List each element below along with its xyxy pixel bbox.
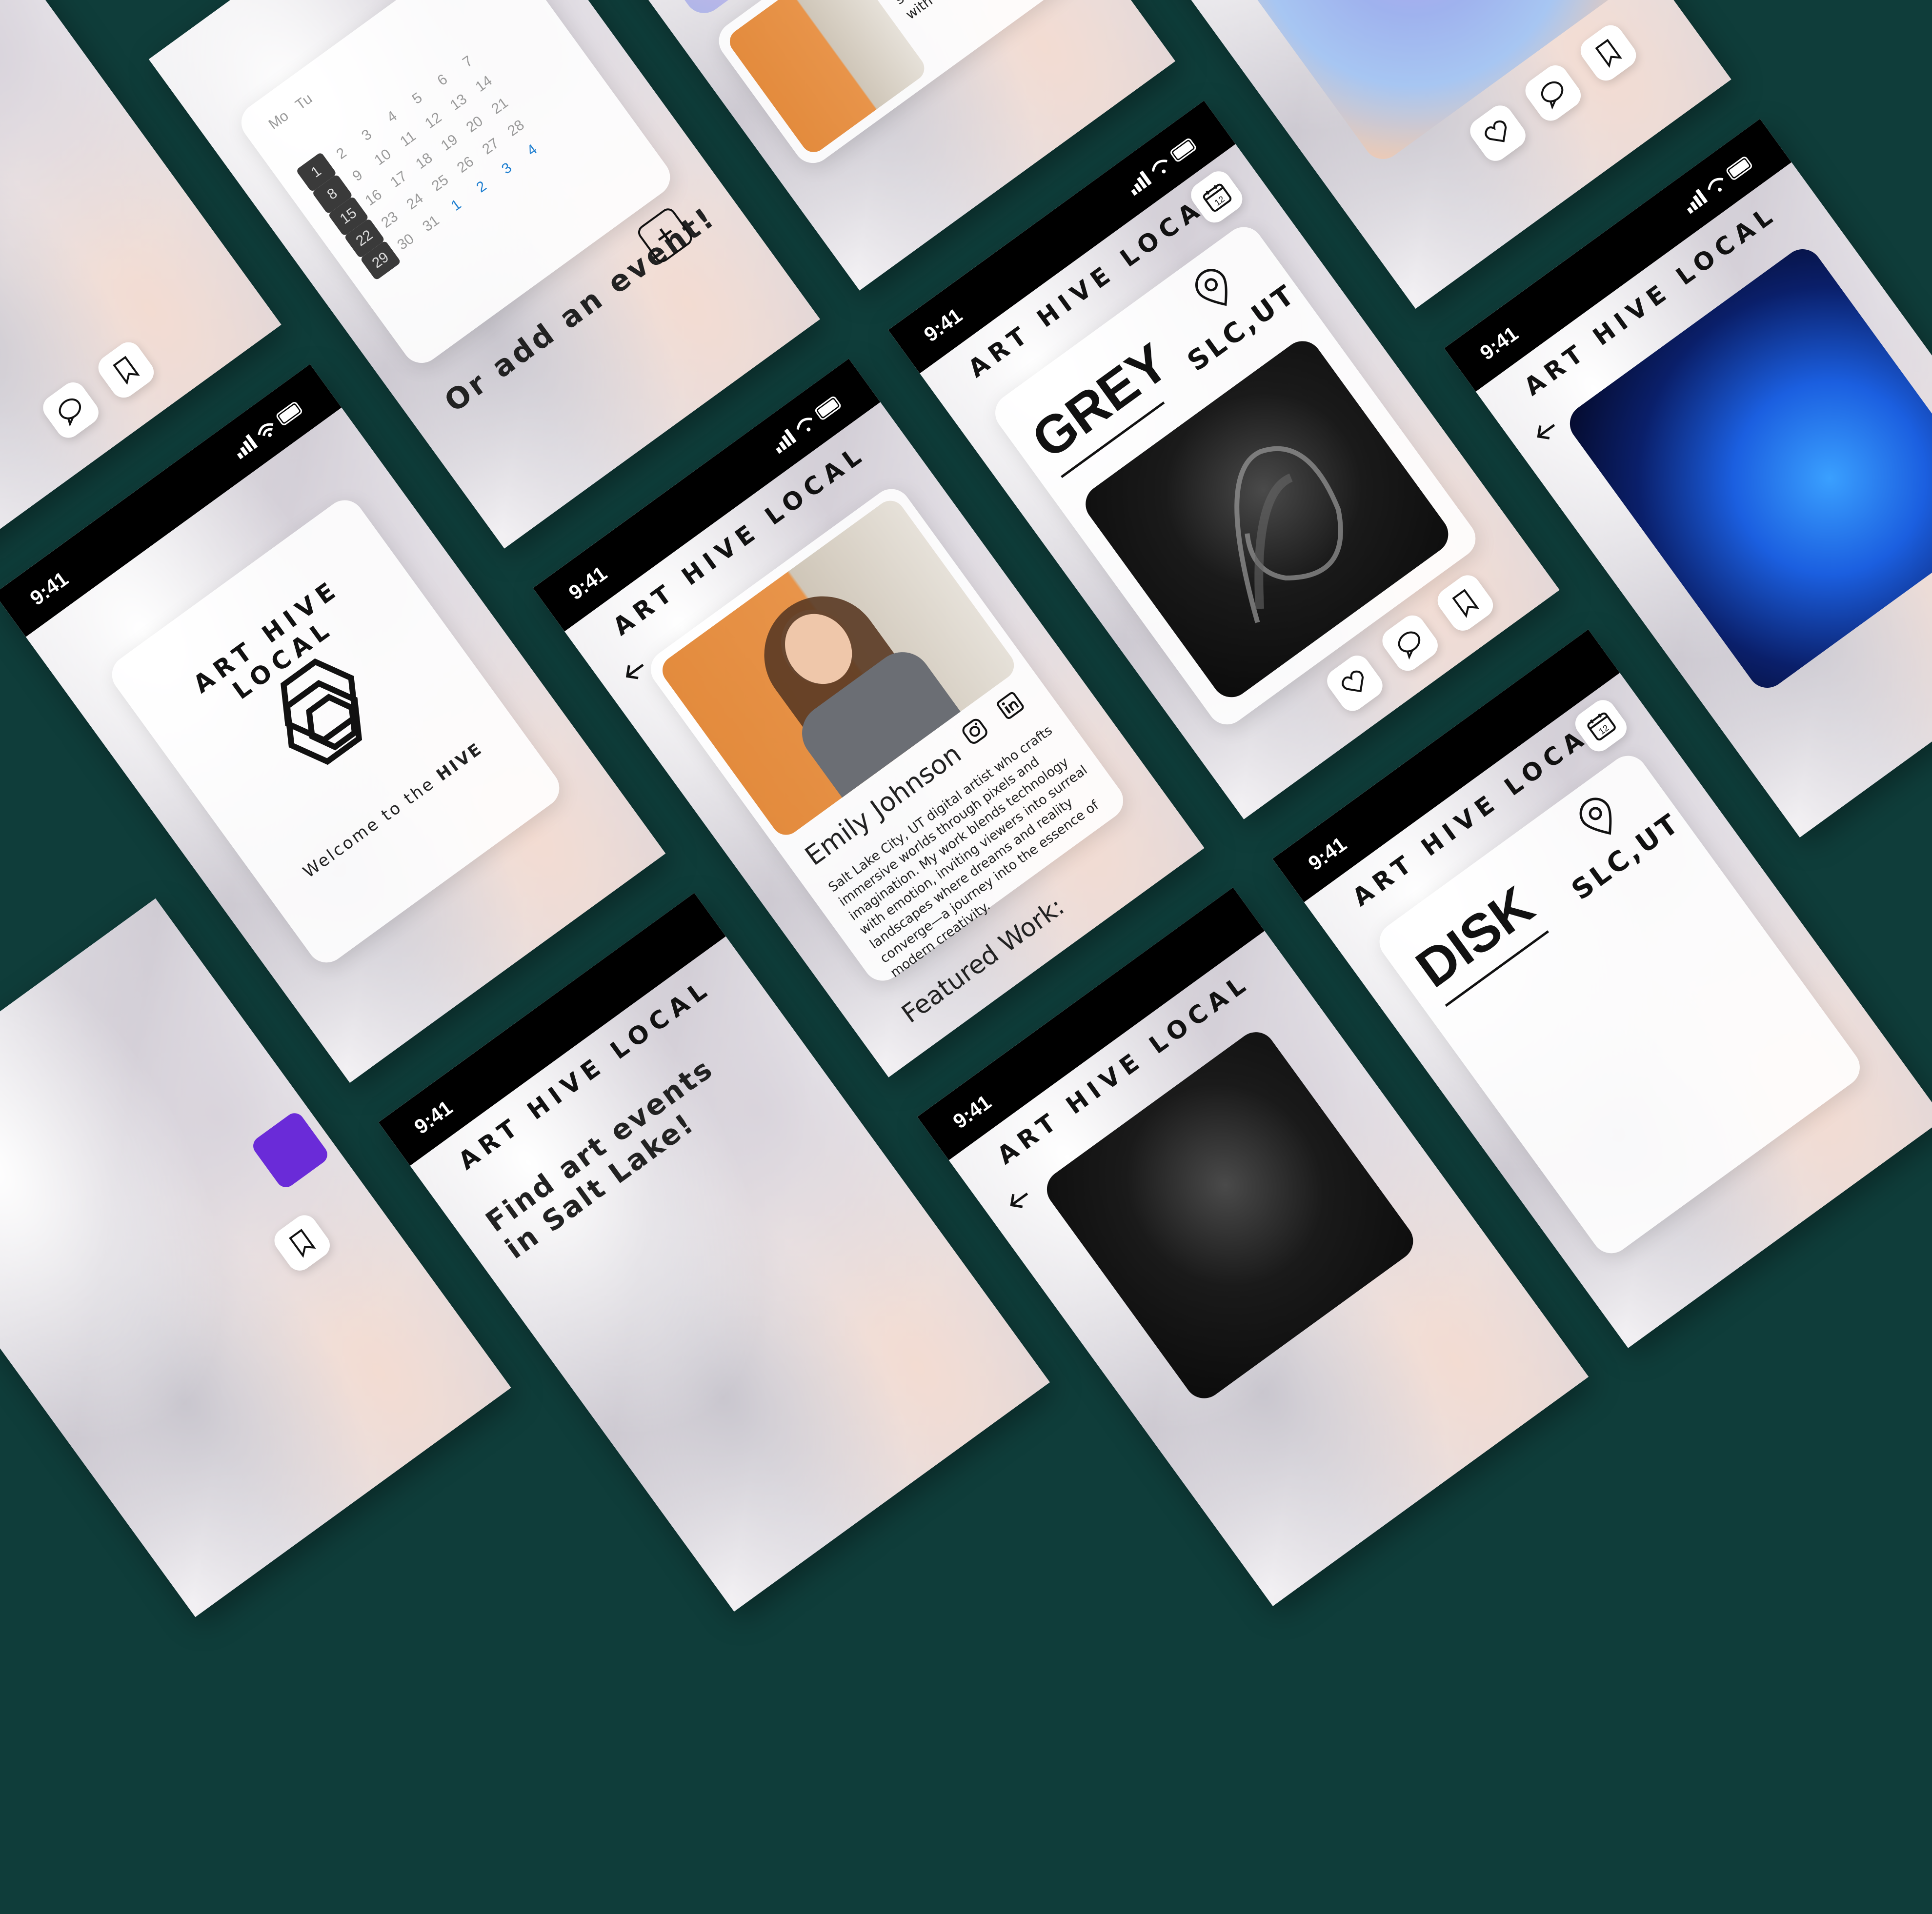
status-time: 9:41 [1475,321,1523,365]
calendar-icon: 12 [1587,712,1616,741]
back-arrow-icon[interactable] [999,1179,1040,1220]
calendar-icon: 12 [1203,183,1232,212]
status-time: 9:41 [410,1096,457,1139]
bookmark-icon [289,1229,316,1258]
linkedin-icon [997,692,1024,719]
back-arrow-icon[interactable] [1526,410,1567,451]
status-icons [237,402,302,459]
bookmark-icon [113,356,140,385]
comment-button[interactable] [38,377,104,443]
location-pin-icon [1195,269,1228,306]
bookmark-button[interactable] [1575,20,1641,86]
status-time: 9:41 [920,303,966,346]
plus-icon [658,228,672,242]
linkedin-button[interactable] [990,685,1031,726]
comment-icon [1398,631,1421,660]
artist-thumbnail [724,0,929,158]
purple-swatch [249,1109,331,1191]
heart-icon [1342,670,1364,693]
status-icons [1131,138,1196,196]
like-button[interactable] [1322,650,1388,716]
artwork-title: DISK [1405,875,1545,999]
status-time: 9:41 [564,561,611,604]
comment-button[interactable] [1520,60,1586,126]
back-arrow-icon[interactable] [615,650,656,691]
calendar-grid: 1234567 891011121314 15161718192021 2223242… [278,14,558,281]
location-pin-icon [1579,798,1612,835]
instagram-button[interactable] [954,711,995,752]
comment-icon [1541,81,1564,110]
heart-icon [1485,120,1507,142]
bookmark-button[interactable] [269,1210,335,1276]
status-icons [776,396,841,454]
quote-card: "3D art is my passion and I love sharing… [711,0,1077,171]
artwork-sphere [1339,0,1489,17]
instagram-icon [962,718,987,744]
bookmark-button[interactable] [93,337,159,403]
welcome-card: ART HIVE LOCAL Welcome to the HIVE [104,492,567,971]
bookmark-button[interactable] [1432,570,1498,636]
status-time: 9:41 [1304,832,1351,875]
artist-quote: "3D art is my passion and I love sharing… [869,0,1031,24]
tagline-bold: HIVE [433,738,487,785]
status-icons [1687,157,1752,214]
calendar-card: MoTu 1234567 891011121314 15161718192021 22… [234,0,678,371]
comment-icon [59,398,81,427]
comment-button[interactable] [1377,610,1443,676]
like-button[interactable] [1465,100,1531,166]
status-time: 9:41 [948,1090,996,1133]
bookmark-icon [1452,589,1479,618]
bookmark-icon [1595,39,1623,68]
status-time: 9:41 [25,567,73,610]
